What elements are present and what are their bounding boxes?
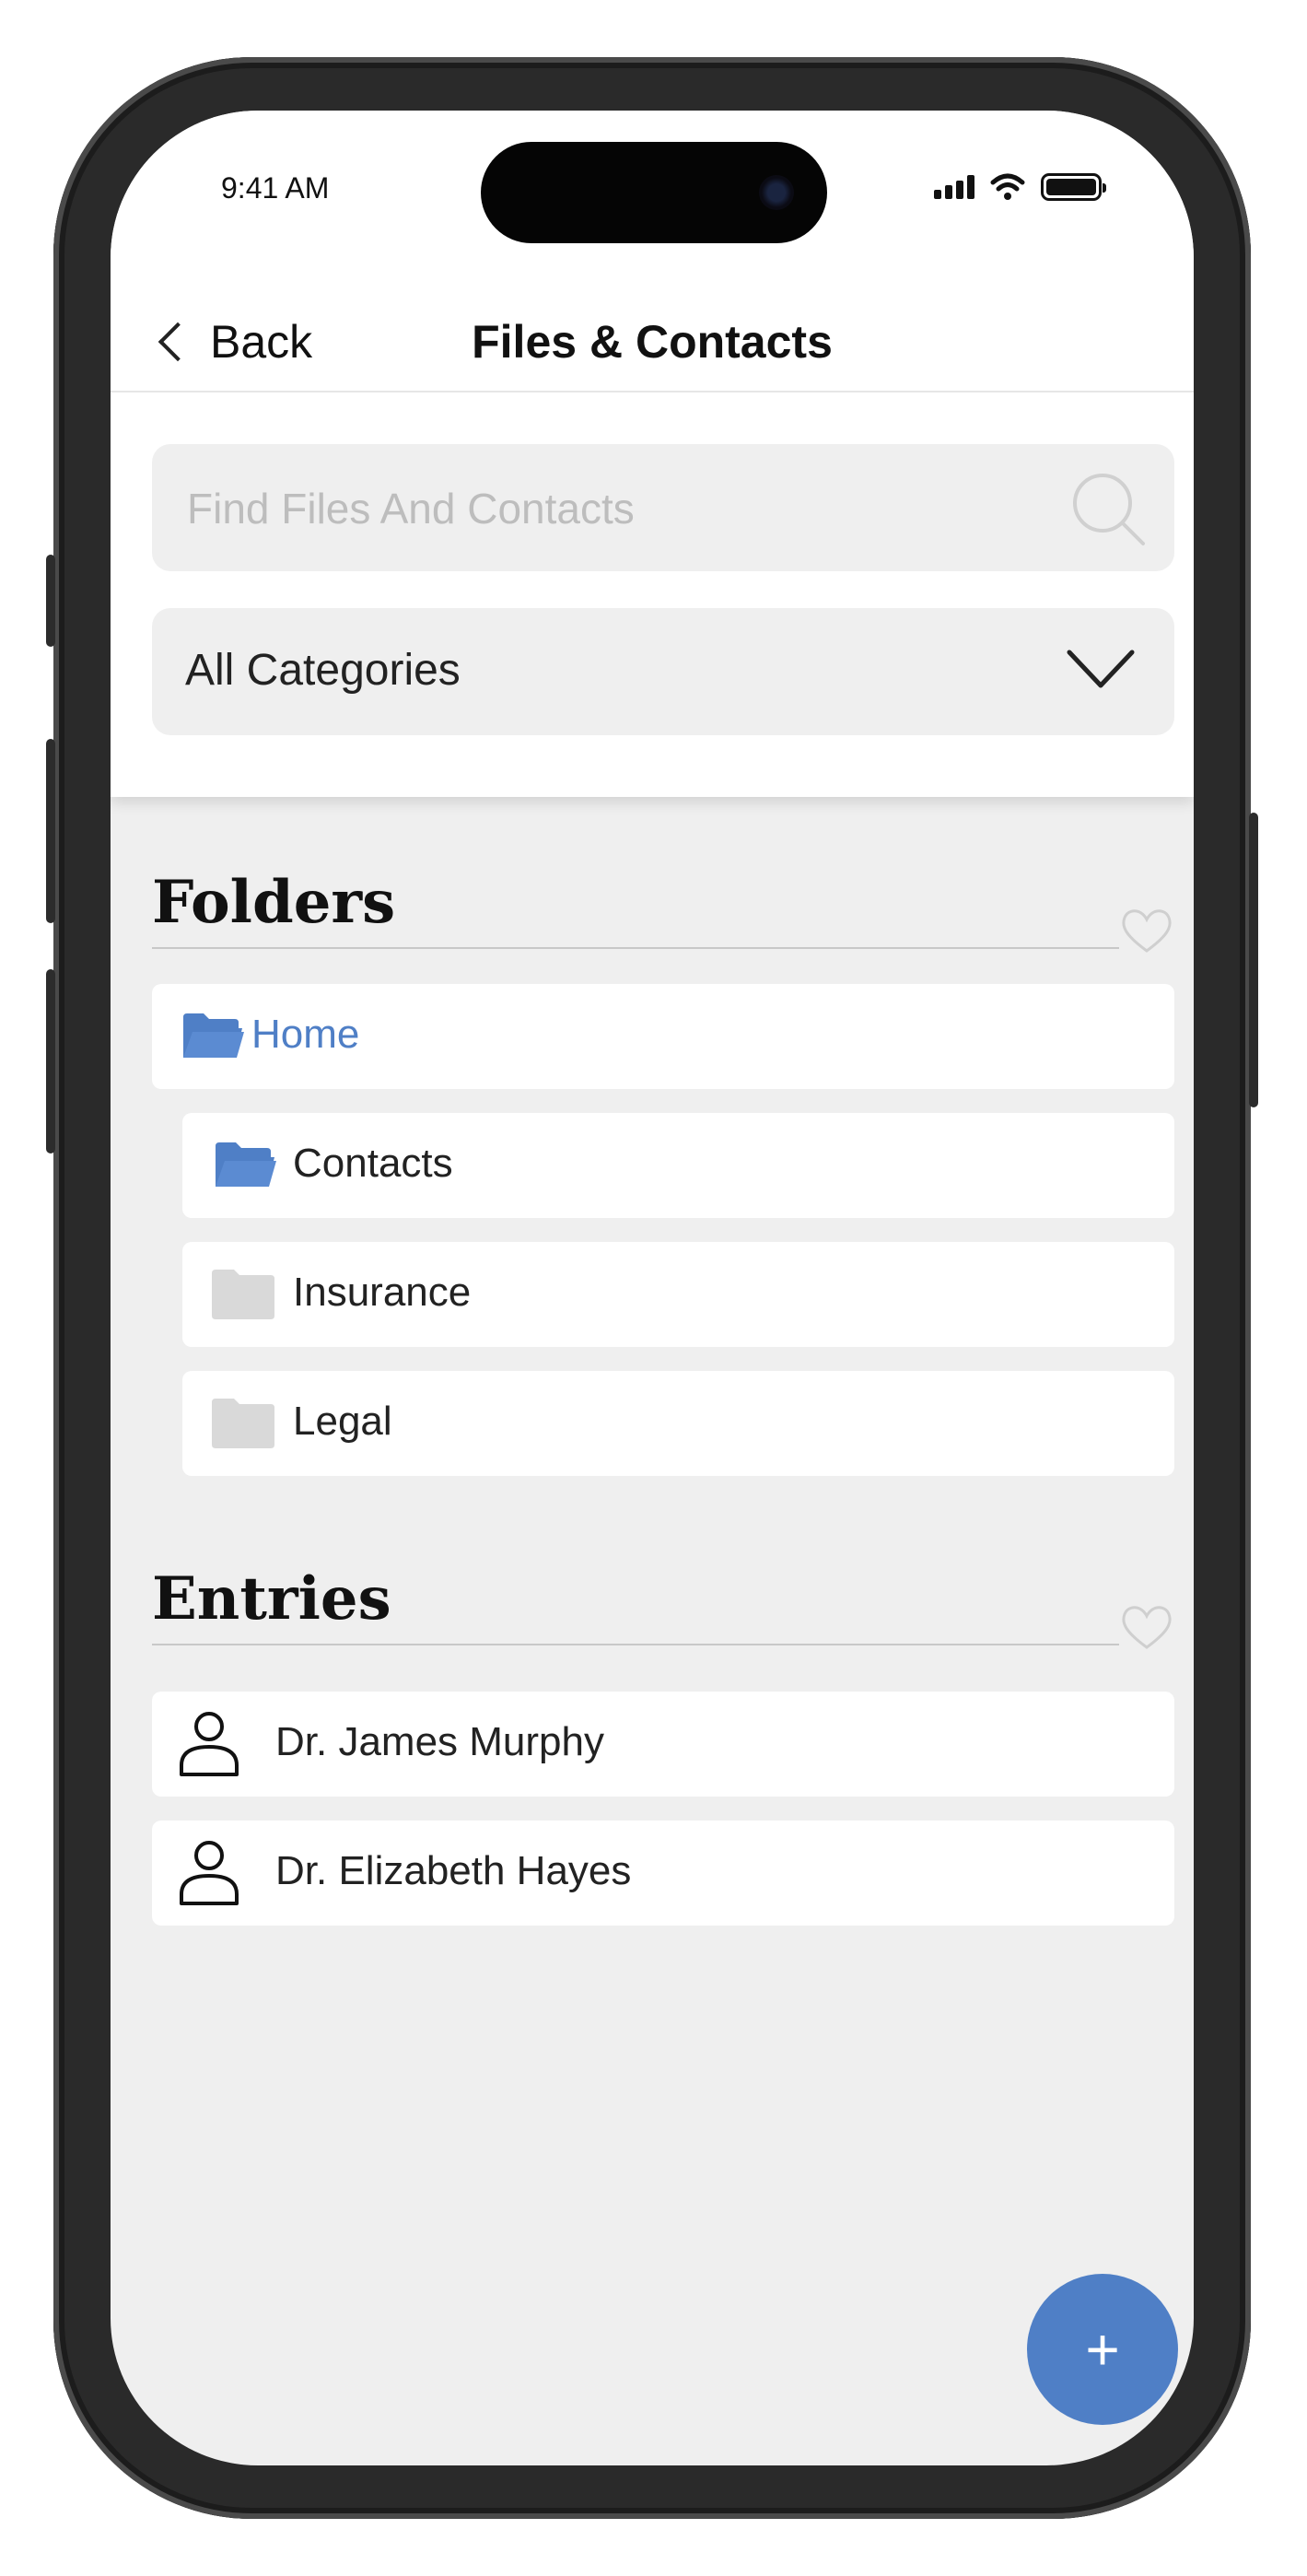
plus-icon: + (1085, 2316, 1120, 2383)
search-bar (152, 444, 1174, 573)
side-button-power (1249, 813, 1258, 1107)
page-title: Files & Contacts (472, 316, 833, 368)
add-button[interactable]: + (1027, 2274, 1178, 2425)
person-icon (180, 1712, 239, 1776)
category-selected-value: All Categories (185, 646, 461, 695)
dynamic-island (481, 142, 827, 243)
side-button-volume-up (46, 739, 55, 923)
category-dropdown[interactable]: All Categories (152, 608, 1174, 735)
navigation-bar: Back Files & Contacts (111, 295, 1194, 392)
folder-open-icon (183, 1013, 244, 1058)
heart-icon[interactable] (1119, 1601, 1174, 1653)
folder-row-home[interactable]: Home (152, 984, 1174, 1089)
side-button-volume-down (46, 969, 55, 1153)
folder-row-legal[interactable]: Legal (182, 1371, 1174, 1476)
screen: 9:41 AM Back Files & Contacts Find Files… (111, 111, 1194, 2465)
folder-row-insurance[interactable]: Insurance (182, 1242, 1174, 1347)
battery-icon (1041, 173, 1106, 201)
heart-icon[interactable] (1119, 905, 1174, 956)
phone-frame: 9:41 AM Back Files & Contacts Find Files… (46, 57, 1258, 2519)
folder-label-insurance: Insurance (293, 1270, 472, 1315)
search-icon[interactable] (1069, 470, 1147, 547)
entry-label: Dr. Elizabeth Hayes (275, 1848, 632, 1893)
folder-label-legal: Legal (293, 1399, 392, 1444)
folders-heading: Folders (152, 868, 396, 937)
entry-row-james-murphy[interactable]: Dr. James Murphy (152, 1692, 1174, 1797)
folder-label-home: Home (251, 1012, 360, 1057)
search-input[interactable] (185, 444, 1018, 573)
entries-heading: Entries (152, 1564, 391, 1633)
status-time: 9:41 AM (221, 171, 330, 205)
folder-icon (212, 1399, 274, 1448)
folder-row-contacts[interactable]: Contacts (182, 1113, 1174, 1218)
status-icons (934, 173, 1106, 201)
side-button-mute (46, 555, 55, 647)
header-panel: 9:41 AM Back Files & Contacts Find Files… (111, 111, 1194, 797)
folders-divider (152, 947, 1119, 949)
folder-open-icon (216, 1142, 276, 1187)
signal-icon (934, 175, 974, 199)
folder-icon (212, 1270, 274, 1319)
camera-icon (759, 175, 794, 210)
chevron-down-icon (1067, 650, 1135, 688)
entries-divider (152, 1644, 1119, 1645)
entry-row-elizabeth-hayes[interactable]: Dr. Elizabeth Hayes (152, 1821, 1174, 1926)
folder-label-contacts: Contacts (293, 1141, 453, 1186)
person-icon (180, 1841, 239, 1905)
entry-label: Dr. James Murphy (275, 1719, 604, 1764)
wifi-icon (990, 173, 1025, 200)
